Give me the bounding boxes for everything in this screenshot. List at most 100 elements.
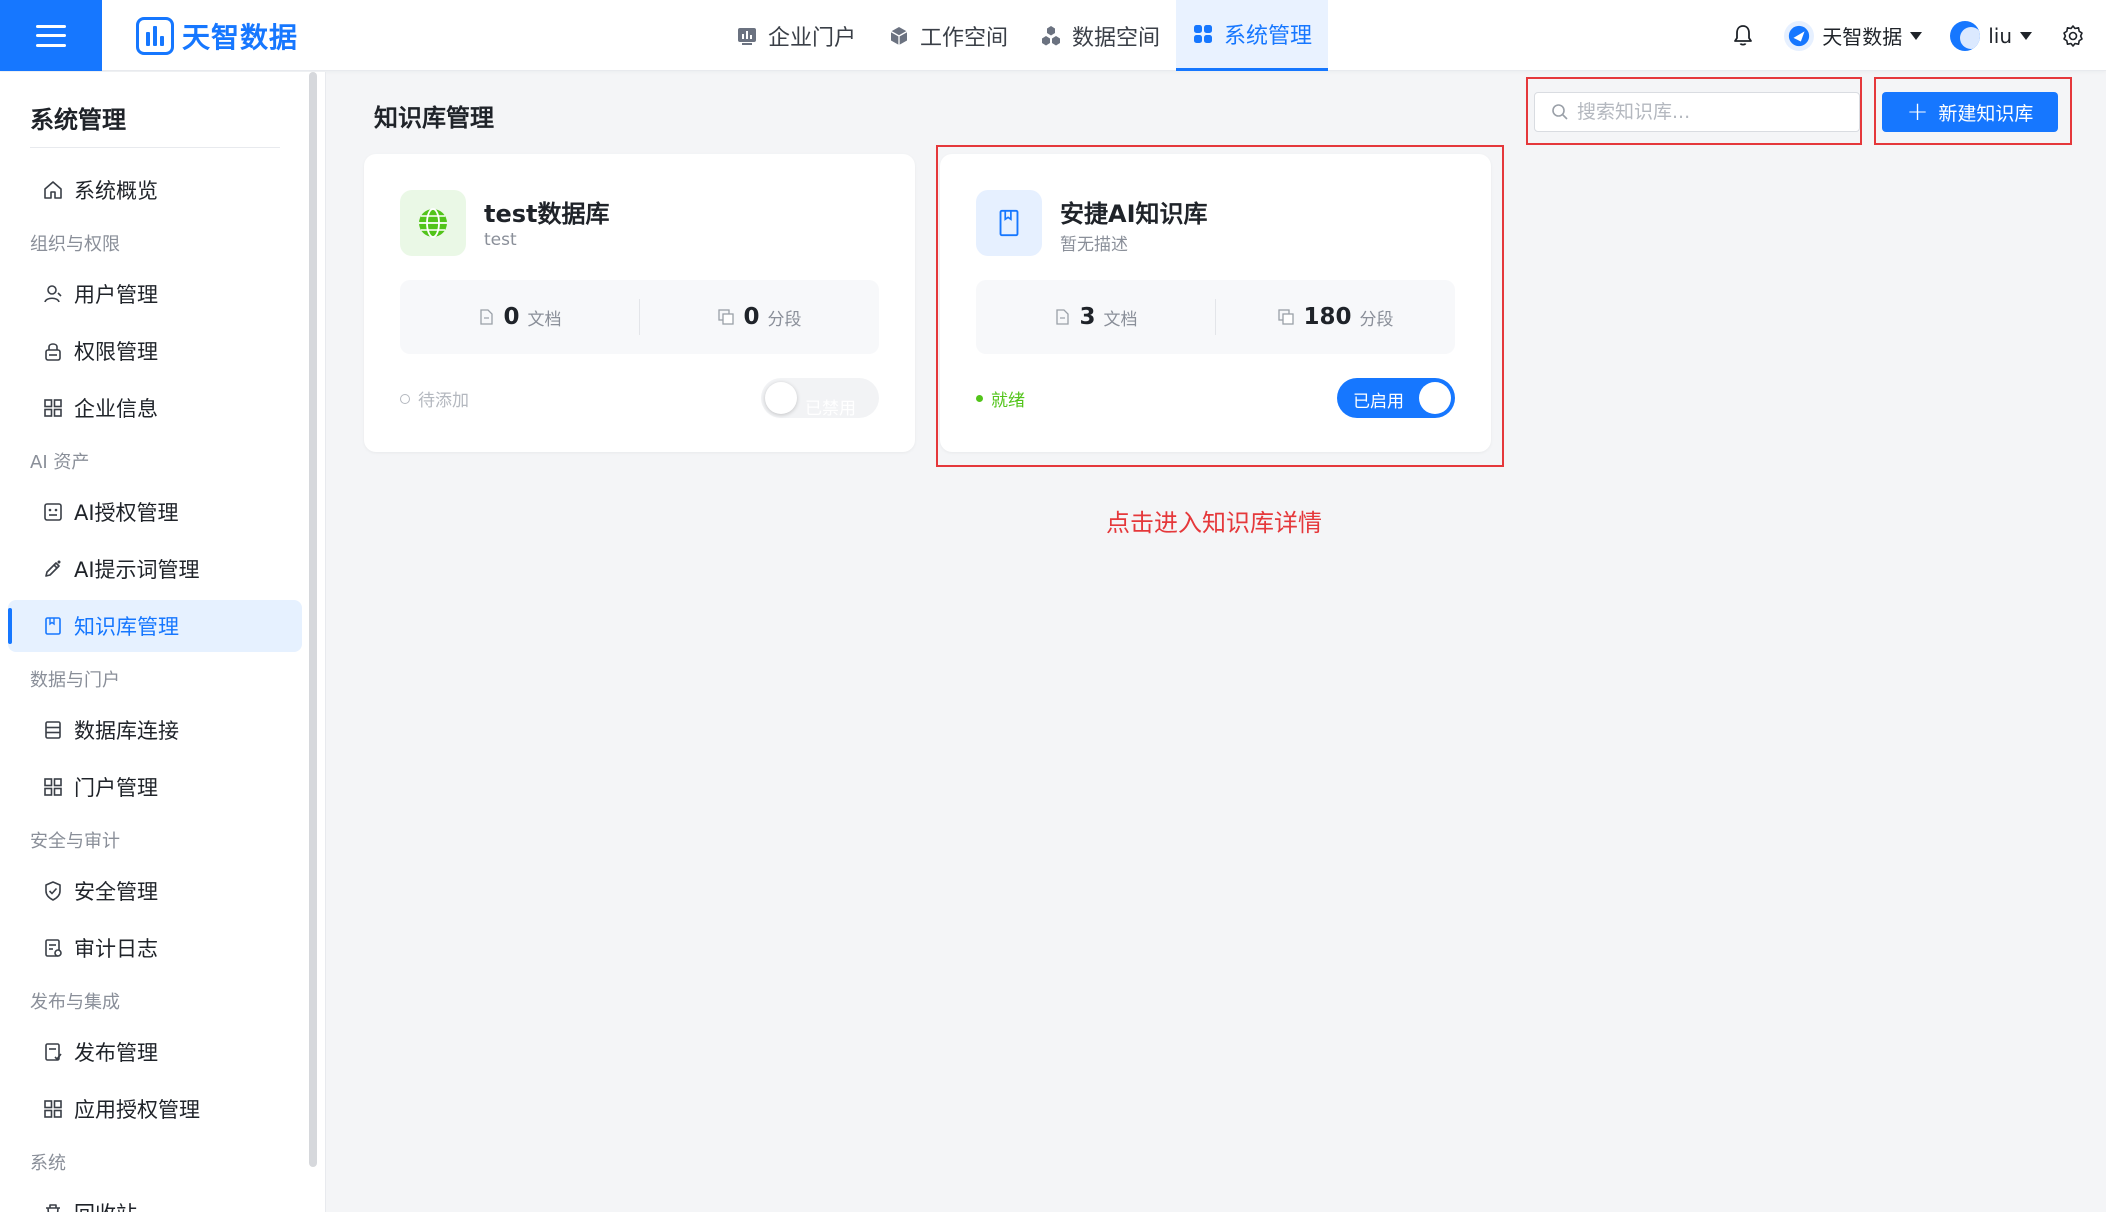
sidebar-item-app-auth[interactable]: 应用授权管理 bbox=[8, 1083, 302, 1135]
knowledge-base-card[interactable]: test数据库 test 0 文档 0 分段 待添加 已禁用 bbox=[364, 154, 915, 452]
grid-icon bbox=[44, 1100, 62, 1118]
doc-count: 3 文档 bbox=[976, 304, 1215, 330]
sidebar-item-label: AI提示词管理 bbox=[74, 558, 200, 582]
sidebar-scrollbar[interactable] bbox=[309, 72, 317, 1167]
settings-button[interactable] bbox=[2060, 23, 2086, 49]
sidebar-item-label: 审计日志 bbox=[74, 937, 158, 961]
nav-item-workspace[interactable]: 工作空间 bbox=[872, 0, 1024, 71]
plus-icon: + bbox=[1906, 97, 1929, 127]
menu-toggle-button[interactable] bbox=[0, 0, 102, 71]
doc-count-value: 0 bbox=[503, 304, 520, 330]
home-icon bbox=[44, 181, 62, 199]
sidebar-menu: 系统概览 组织与权限 用户管理 权限管理 企业信息 AI 资产 AI授权管理 A… bbox=[0, 164, 302, 1212]
nav-item-dataspace[interactable]: 数据空间 bbox=[1024, 0, 1176, 71]
search-field[interactable] bbox=[1534, 92, 1860, 132]
copy-icon bbox=[1278, 309, 1295, 325]
card-stats: 0 文档 0 分段 bbox=[400, 280, 879, 354]
user-menu[interactable]: liu bbox=[1950, 20, 2032, 51]
grid-icon bbox=[1194, 25, 1213, 43]
toggle-label: 已启用 bbox=[1353, 392, 1404, 412]
nav-item-portal[interactable]: 企业门户 bbox=[720, 0, 872, 71]
nav-item-label: 工作空间 bbox=[920, 25, 1009, 51]
bell-icon bbox=[1734, 24, 1753, 46]
shield-icon bbox=[45, 881, 61, 901]
sidebar-item-label: 数据库连接 bbox=[74, 719, 179, 743]
sidebar-item-label: 系统概览 bbox=[74, 179, 158, 203]
enable-toggle[interactable]: 已启用 bbox=[1337, 378, 1455, 418]
sidebar-title: 系统管理 bbox=[30, 106, 126, 134]
org-switcher[interactable]: 天智数据 bbox=[1784, 20, 1923, 51]
nav-item-system[interactable]: 系统管理 bbox=[1176, 0, 1329, 71]
sidebar-item-label: 门户管理 bbox=[74, 776, 158, 800]
toggle-label: 已禁用 bbox=[805, 399, 856, 419]
segment-count: 180 分段 bbox=[1216, 304, 1455, 330]
new-knowledge-base-button[interactable]: + 新建知识库 bbox=[1882, 92, 2058, 132]
sidebar-item-label: 用户管理 bbox=[74, 283, 158, 307]
status-text: 就绪 bbox=[991, 391, 1025, 411]
search-icon bbox=[1552, 104, 1568, 120]
sidebar-item-company-info[interactable]: 企业信息 bbox=[8, 382, 302, 434]
sidebar-item-label: 应用授权管理 bbox=[74, 1098, 200, 1122]
sidebar-item-database[interactable]: 数据库连接 bbox=[8, 704, 302, 756]
card-icon bbox=[400, 190, 466, 256]
sidebar-group-title: 系统 bbox=[30, 1153, 66, 1174]
search-input[interactable] bbox=[1577, 101, 1847, 123]
logo-text: 天智数据 bbox=[182, 21, 299, 54]
card-title: test数据库 bbox=[484, 200, 610, 228]
cubes-icon bbox=[1042, 25, 1061, 45]
sidebar-item-knowledge-base[interactable]: 知识库管理 bbox=[8, 600, 302, 652]
card-description: test bbox=[484, 230, 517, 250]
user-name: liu bbox=[1988, 23, 2012, 48]
top-bar: 天智数据 企业门户 工作空间 数据空间 系统管理 天智数据 liu bbox=[0, 0, 2106, 71]
segment-count-unit: 分段 bbox=[1359, 309, 1394, 330]
globe-icon bbox=[419, 208, 447, 238]
sidebar-item-audit-log[interactable]: 审计日志 bbox=[8, 922, 302, 974]
card-title: 安捷AI知识库 bbox=[1060, 200, 1208, 228]
page-title: 知识库管理 bbox=[374, 104, 494, 132]
status-badge: 就绪 bbox=[976, 386, 1025, 411]
sidebar-item-permissions[interactable]: 权限管理 bbox=[8, 325, 302, 377]
pen-icon bbox=[45, 560, 61, 577]
knowledge-base-card[interactable]: 安捷AI知识库 暂无描述 3 文档 180 分段 就绪 已启用 bbox=[940, 154, 1491, 452]
nav-item-label: 企业门户 bbox=[768, 25, 857, 51]
sidebar-item-recycle-bin[interactable]: 回收站 bbox=[8, 1187, 302, 1212]
sidebar-item-ai-prompts[interactable]: AI提示词管理 bbox=[8, 543, 302, 595]
doc-count-unit: 文档 bbox=[527, 309, 562, 330]
logo[interactable]: 天智数据 bbox=[136, 16, 298, 56]
top-nav: 企业门户 工作空间 数据空间 系统管理 bbox=[720, 0, 1329, 71]
lock-icon bbox=[45, 343, 61, 361]
sidebar-group-title: 数据与门户 bbox=[30, 670, 120, 691]
doc-count: 0 文档 bbox=[400, 304, 639, 330]
copy-icon bbox=[718, 309, 735, 325]
book-icon bbox=[999, 209, 1019, 237]
sidebar-item-security[interactable]: 安全管理 bbox=[8, 865, 302, 917]
sidebar-item-label: 回收站 bbox=[74, 1198, 137, 1212]
doc-count-unit: 文档 bbox=[1103, 309, 1138, 330]
sidebar-item-ai-auth[interactable]: AI授权管理 bbox=[8, 486, 302, 538]
sidebar-item-portals[interactable]: 门户管理 bbox=[8, 761, 302, 813]
avatar bbox=[1950, 20, 1981, 51]
toggle-knob bbox=[1419, 382, 1451, 414]
sidebar-item-overview[interactable]: 系统概览 bbox=[8, 164, 302, 216]
header-tools: 天智数据 liu bbox=[1730, 0, 2086, 71]
sidebar-item-label: AI授权管理 bbox=[74, 501, 179, 525]
card-description: 暂无描述 bbox=[1060, 235, 1128, 255]
user-icon bbox=[44, 285, 62, 303]
segment-count-value: 180 bbox=[1303, 304, 1352, 330]
org-logo-icon bbox=[1789, 25, 1810, 46]
sidebar-group-title: 发布与集成 bbox=[30, 992, 120, 1013]
notification-button[interactable] bbox=[1730, 23, 1756, 49]
chevron-down-icon bbox=[1910, 31, 1923, 40]
segment-count-value: 0 bbox=[743, 304, 760, 330]
chart-board-icon bbox=[738, 27, 756, 45]
document-icon bbox=[1056, 309, 1070, 325]
sidebar-item-users[interactable]: 用户管理 bbox=[8, 268, 302, 320]
status-dot-icon bbox=[400, 393, 410, 404]
publish-icon bbox=[45, 1043, 62, 1061]
sidebar-item-label: 知识库管理 bbox=[74, 615, 179, 639]
card-stats: 3 文档 180 分段 bbox=[976, 280, 1455, 354]
sidebar-item-publish[interactable]: 发布管理 bbox=[8, 1026, 302, 1078]
grid-icon bbox=[44, 778, 62, 796]
hamburger-icon bbox=[36, 24, 66, 47]
enable-toggle[interactable]: 已禁用 bbox=[761, 378, 879, 419]
